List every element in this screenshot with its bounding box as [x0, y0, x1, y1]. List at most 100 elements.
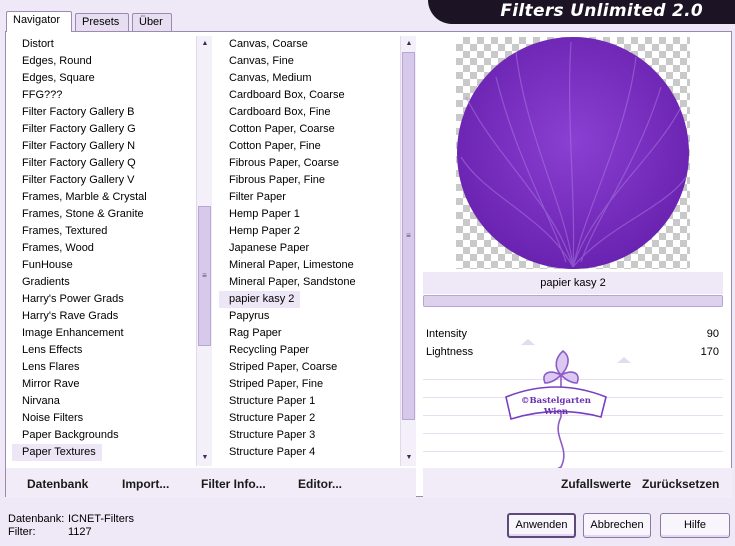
list-item[interactable]: Japanese Paper [219, 240, 399, 257]
param-value: 90 [706, 328, 719, 340]
list-item[interactable]: Frames, Wood [12, 240, 198, 257]
list-item[interactable]: Fibrous Paper, Coarse [219, 155, 399, 172]
list-item[interactable]: Cardboard Box, Coarse [219, 87, 399, 104]
list-item[interactable]: Striped Paper, Fine [219, 376, 399, 393]
list-item[interactable]: Harry's Power Grads [12, 291, 198, 308]
list-item-label: Harry's Power Grads [22, 293, 124, 305]
random-values-button[interactable]: Zufallswerte [561, 477, 631, 491]
list-item[interactable]: Filter Paper [219, 189, 399, 206]
category-scrollbar[interactable]: ▲ ≡ ▼ [196, 36, 212, 466]
list-item[interactable]: Papyrus [219, 308, 399, 325]
list-item[interactable]: Mineral Paper, Sandstone [219, 274, 399, 291]
list-item-label: Mineral Paper, Sandstone [229, 276, 356, 288]
preview-progress-bar [423, 295, 723, 307]
list-item[interactable]: Filter Factory Gallery N [12, 138, 198, 155]
list-item-label: Lens Flares [22, 361, 80, 373]
database-button[interactable]: Datenbank [27, 477, 88, 491]
cancel-button[interactable]: Abbrechen [583, 513, 651, 538]
list-item[interactable]: Striped Paper, Coarse [219, 359, 399, 376]
list-item[interactable]: Canvas, Fine [219, 53, 399, 70]
filter-scrollbar[interactable]: ▲ ≡ ▼ [400, 36, 416, 466]
list-item[interactable]: papier kasy 2 [219, 291, 399, 308]
list-item-label: Harry's Rave Grads [22, 310, 119, 322]
list-item-label: Filter Factory Gallery B [22, 106, 135, 118]
list-item[interactable]: Structure Paper 4 [219, 444, 399, 461]
param-intensity[interactable]: Intensity 90 [423, 325, 723, 343]
help-button[interactable]: Hilfe [660, 513, 730, 538]
list-item[interactable]: Fibrous Paper, Fine [219, 172, 399, 189]
list-item-label: Fibrous Paper, Coarse [229, 157, 340, 169]
scroll-down-arrow-icon[interactable]: ▼ [197, 450, 213, 466]
list-item[interactable]: Frames, Stone & Granite [12, 206, 198, 223]
list-item[interactable]: Gradients [12, 274, 198, 291]
list-item[interactable]: Distort [12, 36, 198, 53]
list-item[interactable]: Harry's Rave Grads [12, 308, 198, 325]
list-item-label: Cardboard Box, Fine [229, 106, 331, 118]
list-item-label: Papyrus [229, 310, 270, 322]
list-item[interactable]: Canvas, Coarse [219, 36, 399, 53]
scroll-thumb[interactable]: ≡ [198, 206, 211, 346]
list-item-label: papier kasy 2 [219, 291, 301, 308]
list-item[interactable]: Filter Factory Gallery Q [12, 155, 198, 172]
list-item[interactable]: Filter Factory Gallery V [12, 172, 198, 189]
list-item[interactable]: Structure Paper 2 [219, 410, 399, 427]
list-item[interactable]: Cardboard Box, Fine [219, 104, 399, 121]
status-filter-value: 1127 [68, 526, 92, 538]
scroll-down-arrow-icon[interactable]: ▼ [401, 450, 417, 466]
list-item-label: Japanese Paper [229, 242, 310, 254]
reset-button[interactable]: Zurücksetzen [642, 477, 719, 491]
list-item[interactable]: Cotton Paper, Coarse [219, 121, 399, 138]
list-item[interactable]: Filter Factory Gallery B [12, 104, 198, 121]
list-item-label: Filter Factory Gallery Q [22, 157, 136, 169]
list-item[interactable]: Rag Paper [219, 325, 399, 342]
list-item[interactable]: Nirvana [12, 393, 198, 410]
param-label: Lightness [426, 346, 474, 358]
list-item[interactable]: Mirror Rave [12, 376, 198, 393]
list-item[interactable]: Hemp Paper 2 [219, 223, 399, 240]
list-item[interactable]: Cotton Paper, Fine [219, 138, 399, 155]
list-item[interactable]: Lens Effects [12, 342, 198, 359]
list-item[interactable]: FunHouse [12, 257, 198, 274]
status-db-value: ICNET-Filters [68, 513, 134, 525]
filter-info-button[interactable]: Filter Info... [201, 477, 266, 491]
list-item[interactable]: Edges, Round [12, 53, 198, 70]
list-item[interactable]: Frames, Textured [12, 223, 198, 240]
list-item[interactable]: Paper Textures [12, 444, 198, 461]
tab-navigator[interactable]: Navigator [6, 11, 72, 32]
list-item-label: Striped Paper, Fine [229, 378, 324, 390]
list-item[interactable]: Lens Flares [12, 359, 198, 376]
list-item[interactable]: Hemp Paper 1 [219, 206, 399, 223]
list-item[interactable]: Recycling Paper [219, 342, 399, 359]
list-item[interactable]: Structure Paper 1 [219, 393, 399, 410]
tab-uber[interactable]: Über [132, 13, 172, 31]
list-item[interactable]: Noise Filters [12, 410, 198, 427]
status-db-label: Datenbank: [8, 513, 65, 525]
list-item[interactable]: FFG??? [12, 87, 198, 104]
filter-list[interactable]: Canvas, Coarse Canvas, Fine Canvas, Medium… [219, 36, 399, 466]
list-item[interactable]: Image Enhancement [12, 325, 198, 342]
list-item[interactable]: Frames, Marble & Crystal [12, 189, 198, 206]
list-item[interactable]: Paper Backgrounds [12, 427, 198, 444]
list-item-label: Structure Paper 4 [229, 446, 316, 458]
list-item-label: Recycling Paper [229, 344, 310, 356]
list-item-label: Structure Paper 1 [229, 395, 316, 407]
list-item-label: Filter Paper [229, 191, 286, 203]
list-item-label: Edges, Round [22, 55, 92, 67]
lightness-slider-knob[interactable] [617, 357, 631, 363]
list-item[interactable]: Mineral Paper, Limestone [219, 257, 399, 274]
list-item[interactable]: Filter Factory Gallery G [12, 121, 198, 138]
list-item-label: FunHouse [22, 259, 73, 271]
scroll-thumb[interactable]: ≡ [402, 52, 415, 420]
editor-button[interactable]: Editor... [298, 477, 342, 491]
category-list[interactable]: Distort Edges, Round Edges, Square FFG??? Fi… [12, 36, 198, 466]
tab-presets[interactable]: Presets [75, 13, 129, 31]
scroll-up-arrow-icon[interactable]: ▲ [197, 36, 213, 52]
apply-button[interactable]: Anwenden [507, 513, 576, 538]
scroll-up-arrow-icon[interactable]: ▲ [401, 36, 417, 52]
list-item-label: Gradients [22, 276, 70, 288]
list-item[interactable]: Canvas, Medium [219, 70, 399, 87]
import-button[interactable]: Import... [122, 477, 169, 491]
list-item[interactable]: Edges, Square [12, 70, 198, 87]
app-title: Filters Unlimited 2.0 [500, 1, 703, 21]
list-item[interactable]: Structure Paper 3 [219, 427, 399, 444]
